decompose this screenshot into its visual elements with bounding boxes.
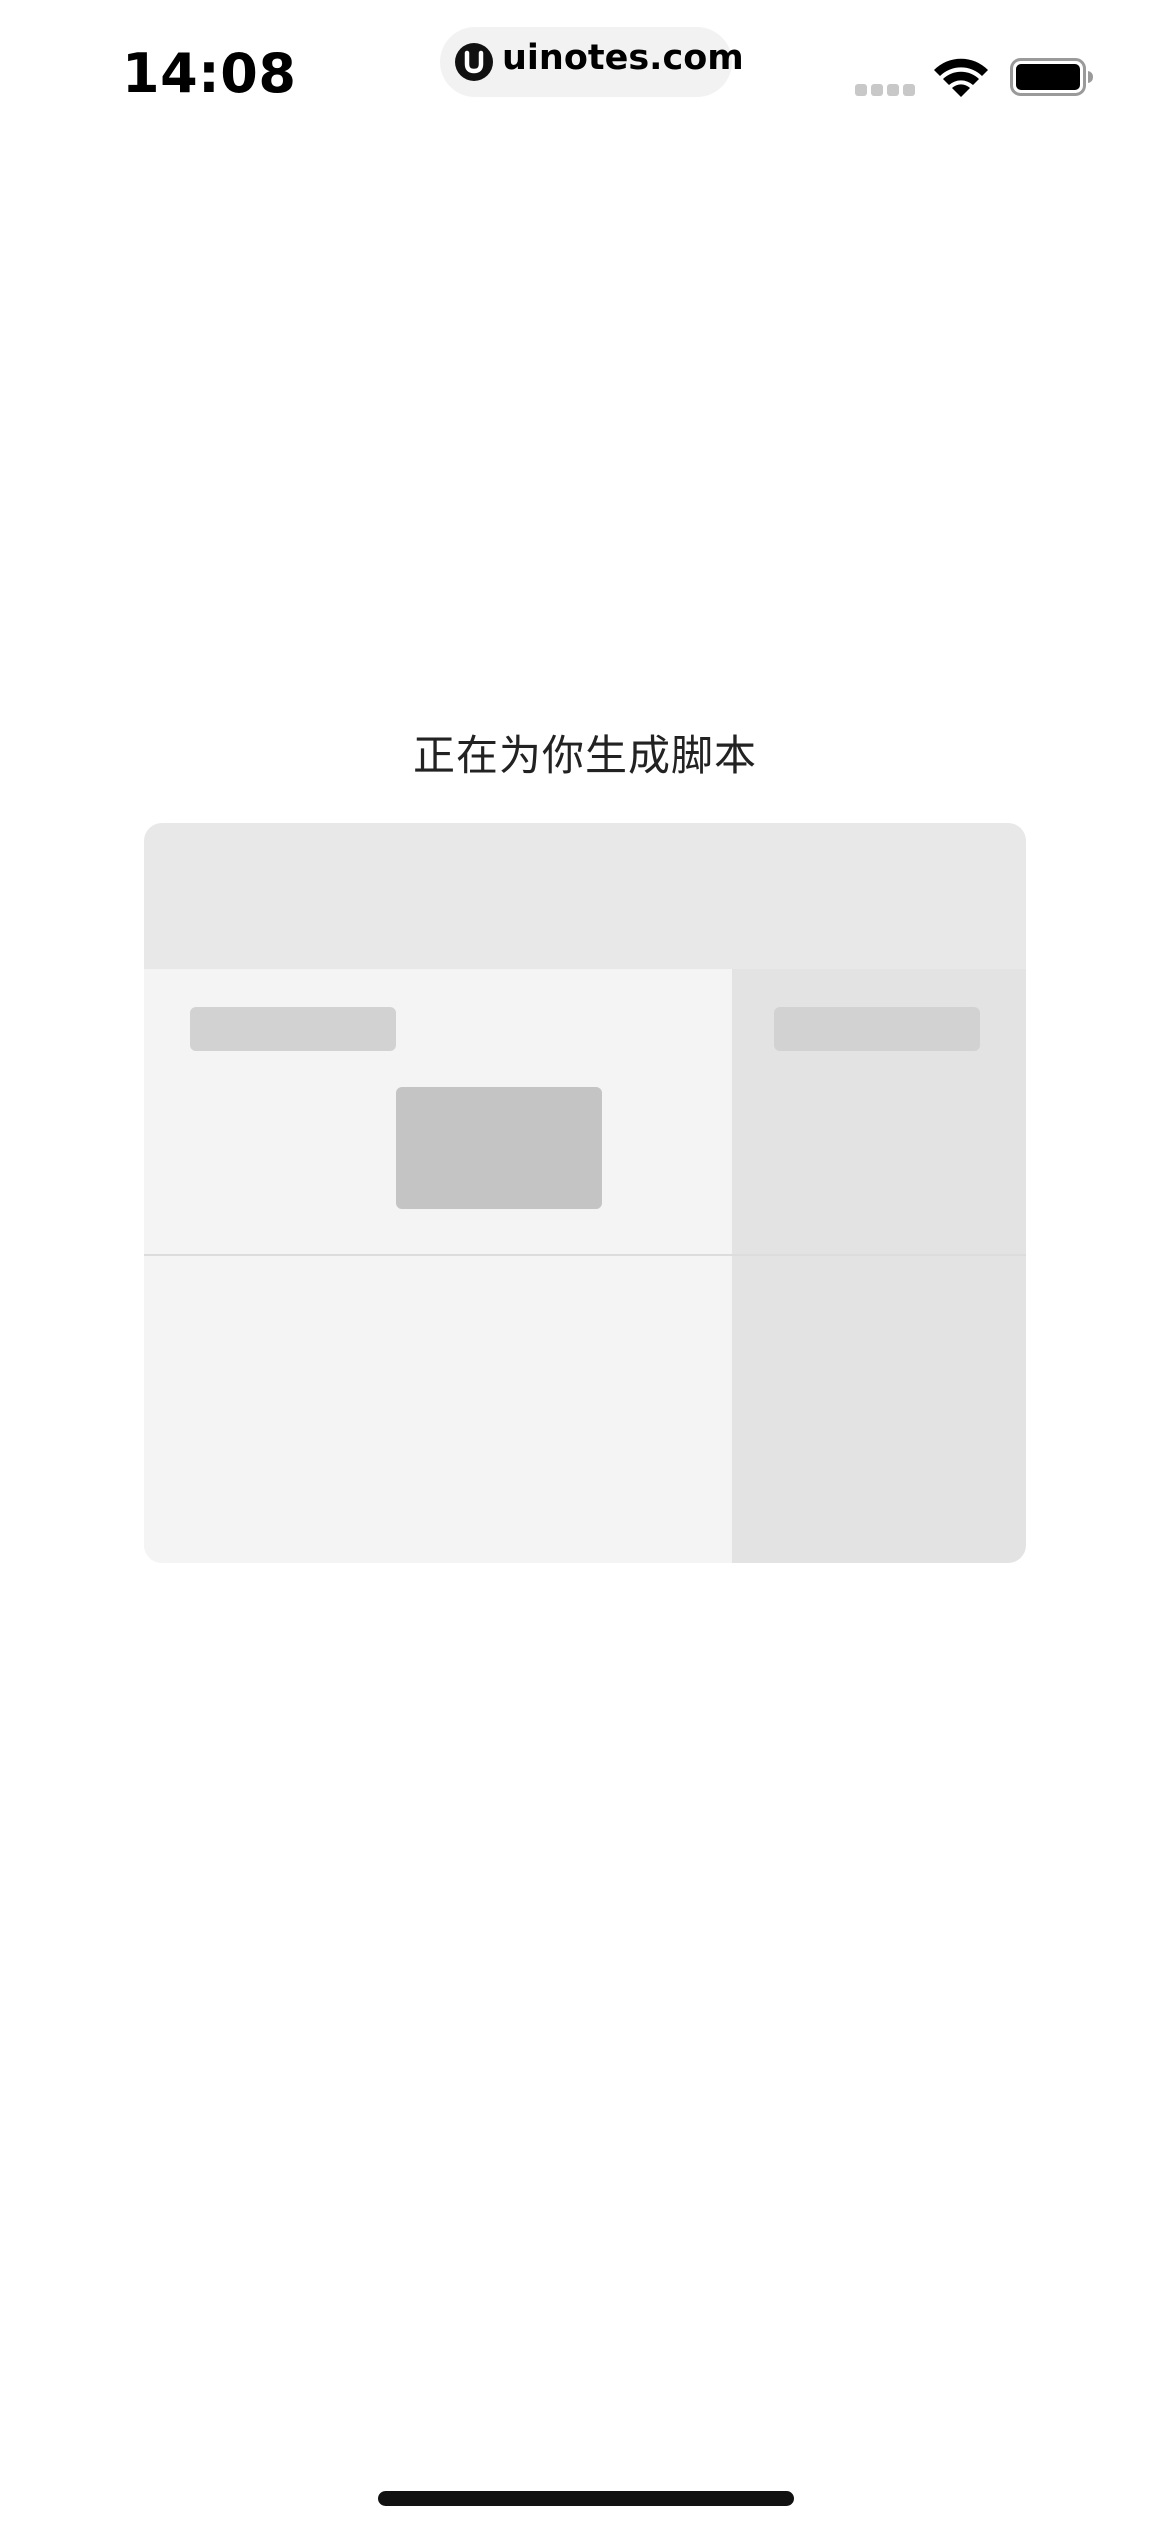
loading-title: 正在为你生成脚本 (412, 731, 757, 780)
skeleton-main-panel (144, 969, 732, 1563)
url-text: uinotes.com (502, 38, 744, 78)
skeleton-image-block (396, 1087, 602, 1209)
home-indicator[interactable] (378, 2491, 794, 2506)
signal-icon (855, 84, 917, 96)
status-bar: 14:08 uinotes.com (0, 0, 1170, 150)
skeleton-text-bar (190, 1007, 396, 1051)
skeleton-header (144, 823, 1026, 969)
site-logo-icon (455, 43, 493, 81)
skeleton-text-bar (774, 1007, 980, 1051)
skeleton-side-panel (732, 969, 1026, 1563)
skeleton-divider (144, 1254, 1026, 1256)
status-time: 14:08 (122, 42, 297, 105)
script-preview-skeleton (144, 823, 1026, 1563)
wifi-icon (932, 55, 990, 99)
battery-icon (1010, 58, 1094, 96)
url-pill[interactable]: uinotes.com (440, 27, 744, 97)
